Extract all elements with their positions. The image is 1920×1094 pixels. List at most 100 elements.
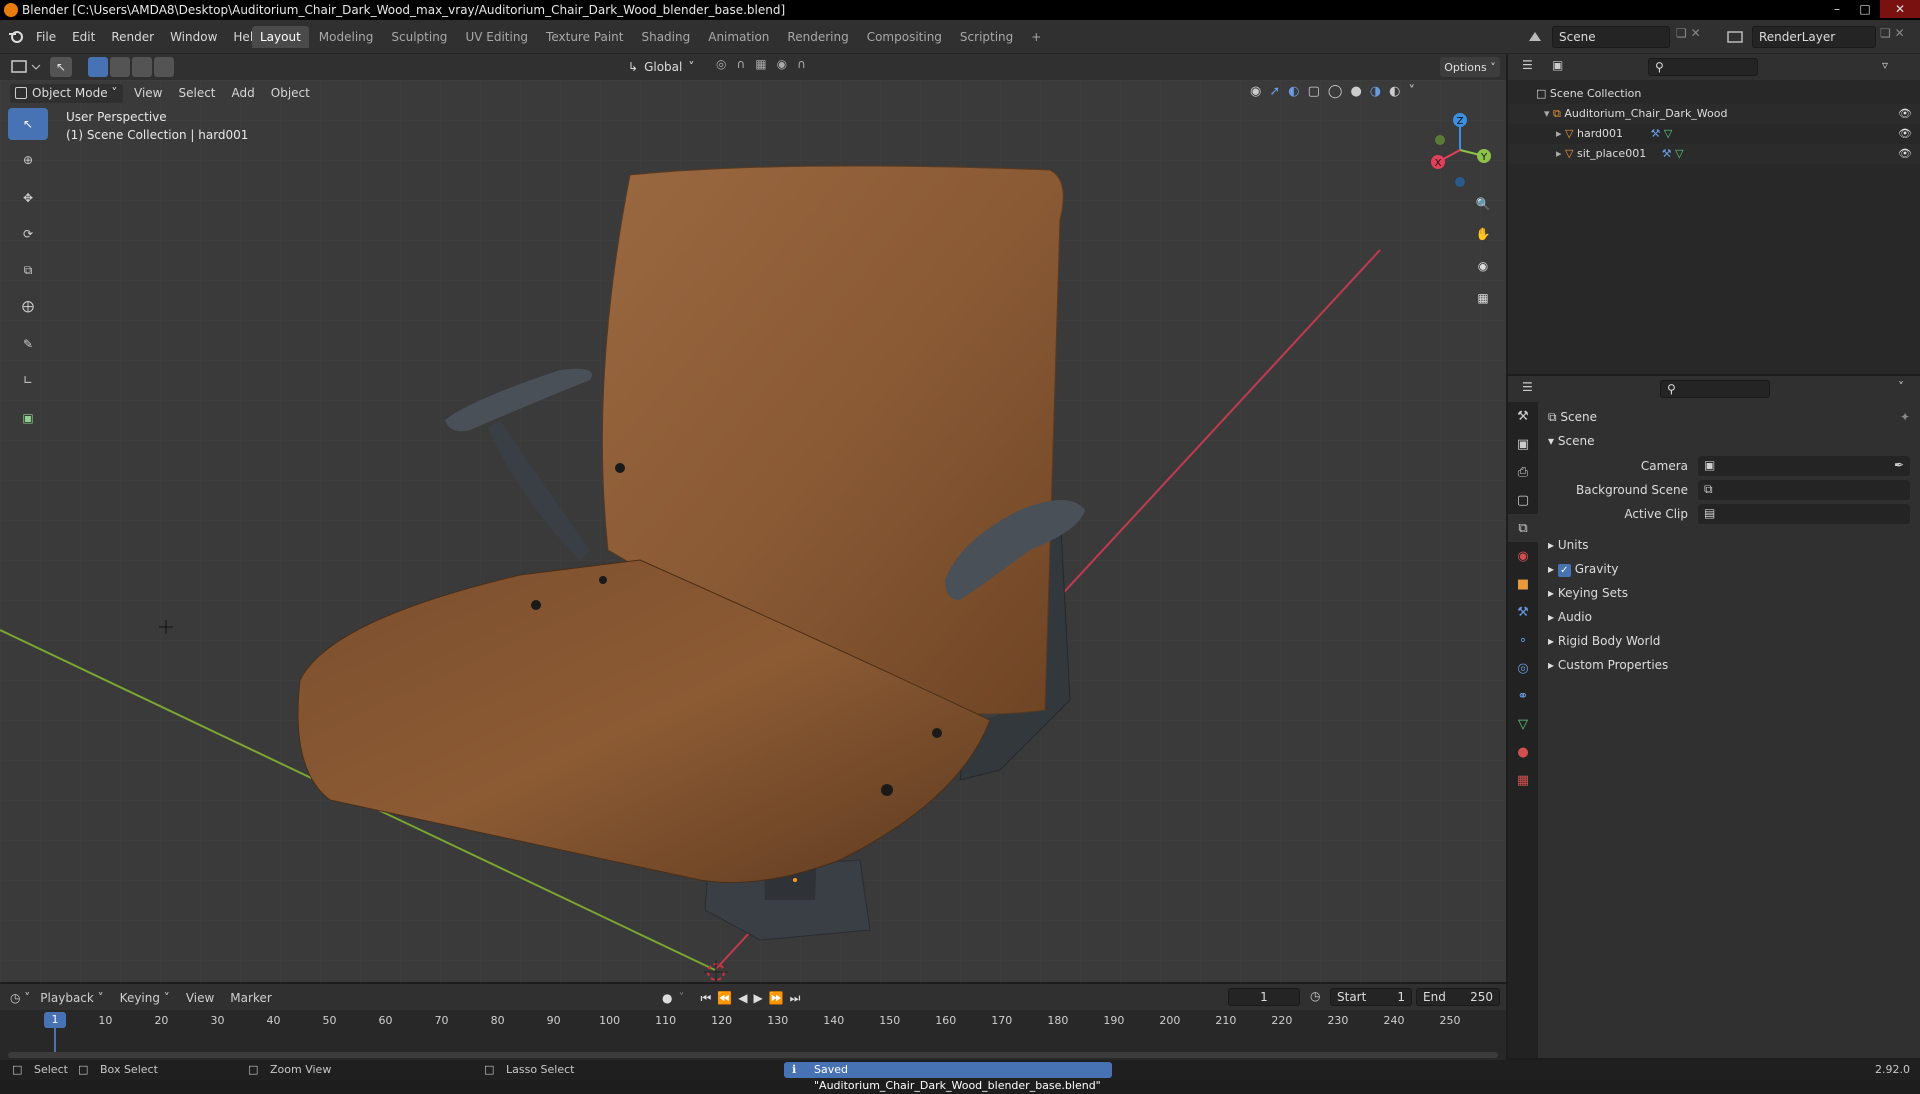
object-mode-dropdown[interactable]: Object Mode ˅ [10,84,124,103]
add-cube-tool[interactable]: ▣ [8,402,48,434]
transform-orientation[interactable]: ↳ Global ˅ [628,57,694,77]
3d-viewport[interactable]: Object Mode ˅ View Select Add Object ◉ ➚… [0,80,1506,982]
select-subtract-icon[interactable] [132,57,152,77]
playhead-frame-badge[interactable]: 1 [44,1012,66,1028]
menu-file[interactable]: File [28,20,64,54]
units-section[interactable]: ▸ Units [1548,534,1589,556]
transform-tool[interactable]: ⨁ [8,290,48,322]
clock-icon[interactable]: ◷ [1310,989,1320,1003]
scene-new-icon[interactable]: ❏ ✕ [1676,26,1716,48]
chevron-down-icon[interactable]: ˅ [1898,380,1904,394]
play-icon[interactable]: ▶ [753,991,762,1005]
tab-texture-paint[interactable]: Texture Paint [538,26,631,48]
expand-icon[interactable]: ▸ [1556,127,1562,140]
menu-render[interactable]: Render [103,20,162,54]
pin-icon[interactable]: ✦ [1900,410,1910,424]
properties-editor-icon[interactable]: ☰ [1522,380,1533,394]
timeline-menu-playback[interactable]: Playback ˅ [34,991,109,1005]
tab-animation[interactable]: Animation [700,26,777,48]
camera-view-icon[interactable]: ◉ [1469,252,1497,280]
rotate-tool[interactable]: ⟳ [8,218,48,250]
visibility-eye-icon[interactable]: 👁 [1898,144,1912,164]
navigation-gizmo[interactable]: Z Y X [1420,110,1500,190]
visibility-eye-icon[interactable]: 👁 [1898,124,1912,144]
tab-layout[interactable]: Layout [252,26,309,48]
snap-icon[interactable]: ∩ [736,57,745,77]
perspective-toggle-icon[interactable]: ▦ [1469,284,1497,312]
scale-tool[interactable]: ⧉ [8,254,48,286]
expand-icon[interactable]: ▸ [1556,147,1562,160]
next-keyframe-icon[interactable]: ⏩ [769,991,784,1005]
record-icon[interactable]: ● [662,991,672,1005]
viewport-menu-add[interactable]: Add [224,80,263,106]
render-tab-icon[interactable]: ▣ [1508,430,1538,458]
cursor-tool[interactable]: ⊕ [8,144,48,176]
viewport-menu-select[interactable]: Select [170,80,223,106]
move-tool[interactable]: ✥ [8,182,48,214]
timeline-menu-marker[interactable]: Marker [224,991,277,1005]
measure-tool[interactable]: ∟ [8,364,48,396]
material-tab-icon[interactable]: ● [1508,738,1538,766]
end-frame-field[interactable]: End 250 [1416,988,1500,1006]
select-intersect-icon[interactable] [154,57,174,77]
view-layer-icon[interactable] [1724,26,1748,48]
editor-type-icon[interactable] [10,58,42,76]
close-icon[interactable]: ✕ [1880,0,1920,18]
pan-hand-icon[interactable]: ✋ [1469,220,1497,248]
timeline-menu-keying[interactable]: Keying ˅ [114,991,176,1005]
physics-tab-icon[interactable]: ◎ [1508,654,1538,682]
texture-tab-icon[interactable]: ▦ [1508,766,1538,794]
background-scene-field[interactable]: ⧉ [1698,480,1910,500]
solid-shading-icon[interactable]: ● [1350,84,1361,102]
gizmo-toggle-icon[interactable]: ➚ [1269,84,1280,102]
zoom-icon[interactable]: 🔍 [1469,190,1497,218]
select-extend-icon[interactable] [110,57,130,77]
menu-window[interactable]: Window [162,20,225,54]
jump-end-icon[interactable]: ⏭ [790,991,801,1006]
object-tab-icon[interactable]: ■ [1508,570,1538,598]
properties-search-input[interactable]: ⚲ [1660,380,1770,398]
tab-sculpting[interactable]: Sculpting [383,26,455,48]
proportional-edit-icon[interactable]: ◉ [777,57,787,77]
tab-uv-editing[interactable]: UV Editing [457,26,536,48]
custom-properties-section[interactable]: ▸ Custom Properties [1548,654,1668,676]
annotate-tool[interactable]: ✎ [8,328,48,360]
keying-sets-section[interactable]: ▸ Keying Sets [1548,582,1628,604]
eyedropper-icon[interactable]: ✒ [1894,458,1904,472]
tab-rendering[interactable]: Rendering [779,26,856,48]
gravity-section[interactable]: ▸ ✓ Gravity [1548,558,1619,580]
visibility-icon[interactable]: ◉ [1250,84,1261,102]
data-tab-icon[interactable]: ▽ [1508,710,1538,738]
falloff-icon[interactable]: ∩ [797,57,806,77]
tab-compositing[interactable]: Compositing [859,26,950,48]
xray-icon[interactable]: ▢ [1308,84,1320,102]
view-layer-selector[interactable]: RenderLayer [1752,26,1876,48]
viewport-menu-view[interactable]: View [126,80,170,106]
outliner-editor-icon[interactable]: ☰ [1522,58,1533,72]
select-new-icon[interactable] [88,57,108,77]
minimize-icon[interactable]: – [1824,0,1850,18]
visibility-eye-icon[interactable]: 👁 [1898,104,1912,124]
rigid-body-world-section[interactable]: ▸ Rigid Body World [1548,630,1660,652]
tab-scripting[interactable]: Scripting [952,26,1021,48]
play-reverse-icon[interactable]: ◀ [738,991,747,1005]
select-tool-icon[interactable]: ↖ [50,57,72,77]
overlay-toggle-icon[interactable]: ◐ [1288,84,1299,102]
active-clip-field[interactable]: ▤ [1698,504,1910,524]
outliner-item-auditorium[interactable]: ▾ ⧉ Auditorium_Chair_Dark_Wood 👁 [1508,104,1920,124]
shading-options-icon[interactable]: ˅ [1408,84,1415,102]
camera-field[interactable]: ▣ ✒ [1698,456,1910,476]
timeline-track[interactable]: 10 20 30 40 50 60 70 80 90 100 110 120 130 140 150 160 1… [0,1010,1506,1060]
outliner-search-input[interactable]: ⚲ [1648,58,1758,76]
timeline-scrollbar[interactable] [8,1052,1498,1058]
modifier-tab-icon[interactable]: ⚒ [1508,598,1538,626]
snap-target-icon[interactable]: ▦ [755,57,766,77]
start-frame-field[interactable]: Start 1 [1330,988,1412,1006]
audio-section[interactable]: ▸ Audio [1548,606,1592,628]
world-tab-icon[interactable]: ◉ [1508,542,1538,570]
outliner-item-sit-place001[interactable]: ▸ ▽ sit_place001 ⚒ ▽ 👁 [1508,144,1920,164]
outliner-scene-collection[interactable]: □ Scene Collection [1508,84,1920,104]
view-layer-new-icon[interactable]: ❏ ✕ [1880,26,1920,48]
particles-tab-icon[interactable]: ∘ [1508,626,1538,654]
timeline-menu-view[interactable]: View [180,991,220,1005]
